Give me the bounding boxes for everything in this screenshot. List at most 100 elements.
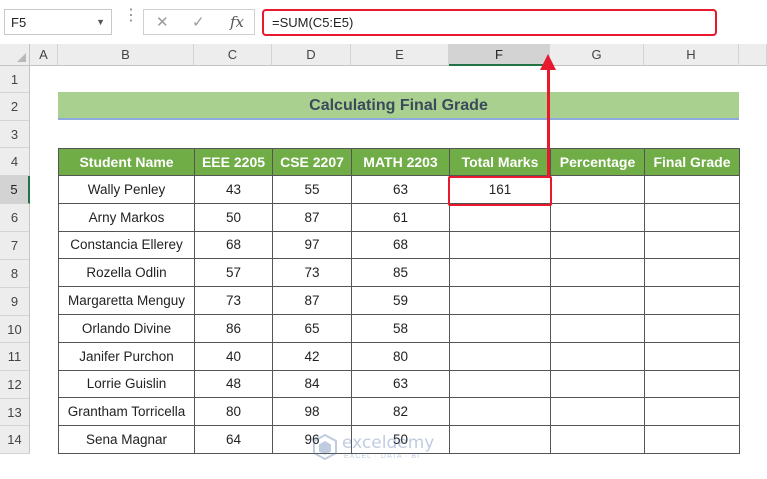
cell-final-grade[interactable] xyxy=(644,230,740,260)
cell-math[interactable]: 82 xyxy=(351,397,450,427)
column-header-f[interactable]: F xyxy=(449,44,550,66)
cell-eee[interactable]: 50 xyxy=(194,202,273,232)
cell-final-grade[interactable] xyxy=(644,369,740,399)
cell-student-name[interactable]: Margaretta Menguy xyxy=(58,286,195,315)
cell-final-grade[interactable] xyxy=(644,286,740,315)
cell-eee[interactable]: 57 xyxy=(194,258,273,288)
row-header-11[interactable]: 11 xyxy=(0,343,30,371)
row-header-1[interactable]: 1 xyxy=(0,66,30,93)
chevron-down-icon[interactable]: ▼ xyxy=(96,17,105,27)
cell-percentage[interactable] xyxy=(550,397,645,427)
cell-cse[interactable]: 42 xyxy=(272,341,352,371)
cell-student-name[interactable]: Constancia Ellerey xyxy=(58,230,195,260)
row-header-5[interactable]: 5 xyxy=(0,176,30,204)
cell-percentage[interactable] xyxy=(550,425,645,454)
row-header-6[interactable]: 6 xyxy=(0,204,30,232)
cell-total[interactable] xyxy=(449,369,551,399)
cell-total[interactable] xyxy=(449,425,551,454)
cell-eee[interactable]: 43 xyxy=(194,175,273,204)
cell-final-grade[interactable] xyxy=(644,313,740,343)
cancel-icon[interactable]: ✕ xyxy=(156,13,169,31)
row-header-4[interactable]: 4 xyxy=(0,148,30,176)
sheet-title[interactable]: Calculating Final Grade xyxy=(58,92,739,120)
cell-student-name[interactable]: Rozella Odlin xyxy=(58,258,195,288)
name-box[interactable]: F5 ▼ xyxy=(4,9,112,35)
cell-final-grade[interactable] xyxy=(644,175,740,204)
column-header-e[interactable]: E xyxy=(351,44,449,66)
cell-final-grade[interactable] xyxy=(644,341,740,371)
header-final-grade[interactable]: Final Grade xyxy=(644,148,740,176)
cell-percentage[interactable] xyxy=(550,230,645,260)
cell-eee[interactable]: 64 xyxy=(194,425,273,454)
column-header-c[interactable]: C xyxy=(194,44,272,66)
cell-student-name[interactable]: Lorrie Guislin xyxy=(58,369,195,399)
cell-cse[interactable]: 97 xyxy=(272,230,352,260)
cell-cse[interactable]: 55 xyxy=(272,175,352,204)
cell-total[interactable] xyxy=(449,258,551,288)
row-header-2[interactable]: 2 xyxy=(0,93,30,121)
cell-eee[interactable]: 48 xyxy=(194,369,273,399)
header-cse-2207[interactable]: CSE 2207 xyxy=(272,148,352,176)
cell-cse[interactable]: 87 xyxy=(272,286,352,315)
cell-eee[interactable]: 86 xyxy=(194,313,273,343)
cell-percentage[interactable] xyxy=(550,369,645,399)
header-student-name[interactable]: Student Name xyxy=(58,148,195,176)
cell-total[interactable] xyxy=(449,397,551,427)
row-header-8[interactable]: 8 xyxy=(0,260,30,288)
column-header-d[interactable]: D xyxy=(272,44,351,66)
insert-function-icon[interactable]: fx xyxy=(230,13,244,31)
cell-student-name[interactable]: Sena Magnar xyxy=(58,425,195,454)
cell-math[interactable]: 63 xyxy=(351,369,450,399)
cell-final-grade[interactable] xyxy=(644,397,740,427)
column-header-b[interactable]: B xyxy=(58,44,194,66)
column-header-h[interactable]: H xyxy=(644,44,739,66)
cell-eee[interactable]: 68 xyxy=(194,230,273,260)
cell-percentage[interactable] xyxy=(550,341,645,371)
cell-eee[interactable]: 80 xyxy=(194,397,273,427)
cell-math[interactable]: 58 xyxy=(351,313,450,343)
cell-total[interactable] xyxy=(449,341,551,371)
row-header-3[interactable]: 3 xyxy=(0,121,30,148)
cell-cse[interactable]: 65 xyxy=(272,313,352,343)
header-percentage[interactable]: Percentage xyxy=(550,148,645,176)
header-math-2203[interactable]: MATH 2203 xyxy=(351,148,450,176)
cell-student-name[interactable]: Grantham Torricella xyxy=(58,397,195,427)
row-header-12[interactable]: 12 xyxy=(0,371,30,399)
cell-percentage[interactable] xyxy=(550,202,645,232)
cell-math[interactable]: 80 xyxy=(351,341,450,371)
cell-math[interactable]: 63 xyxy=(351,175,450,204)
cell-total[interactable] xyxy=(449,286,551,315)
cell-total[interactable] xyxy=(449,313,551,343)
cell-math[interactable]: 61 xyxy=(351,202,450,232)
cell-math[interactable]: 59 xyxy=(351,286,450,315)
row-header-10[interactable]: 10 xyxy=(0,316,30,343)
row-header-7[interactable]: 7 xyxy=(0,232,30,260)
header-total-marks[interactable]: Total Marks xyxy=(449,148,551,176)
column-header-g[interactable]: G xyxy=(550,44,644,66)
cell-student-name[interactable]: Arny Markos xyxy=(58,202,195,232)
cell-student-name[interactable]: Orlando Divine xyxy=(58,313,195,343)
cell-cse[interactable]: 84 xyxy=(272,369,352,399)
cell-total[interactable] xyxy=(449,230,551,260)
cell-percentage[interactable] xyxy=(550,175,645,204)
cell-cse[interactable]: 87 xyxy=(272,202,352,232)
cell-math[interactable]: 68 xyxy=(351,230,450,260)
row-header-14[interactable]: 14 xyxy=(0,426,30,454)
cell-math[interactable]: 85 xyxy=(351,258,450,288)
cell-final-grade[interactable] xyxy=(644,258,740,288)
cell-percentage[interactable] xyxy=(550,286,645,315)
cell-eee[interactable]: 40 xyxy=(194,341,273,371)
cell-cse[interactable]: 98 xyxy=(272,397,352,427)
formula-input[interactable]: =SUM(C5:E5) xyxy=(262,9,717,36)
column-header-a[interactable]: A xyxy=(30,44,58,66)
row-header-13[interactable]: 13 xyxy=(0,399,30,426)
cell-student-name[interactable]: Wally Penley xyxy=(58,175,195,204)
row-header-9[interactable]: 9 xyxy=(0,288,30,316)
cell-student-name[interactable]: Janifer Purchon xyxy=(58,341,195,371)
cell-eee[interactable]: 73 xyxy=(194,286,273,315)
cell-percentage[interactable] xyxy=(550,313,645,343)
cell-cse[interactable]: 73 xyxy=(272,258,352,288)
cell-total[interactable] xyxy=(449,202,551,232)
enter-icon[interactable]: ✓ xyxy=(192,13,205,31)
cell-final-grade[interactable] xyxy=(644,202,740,232)
